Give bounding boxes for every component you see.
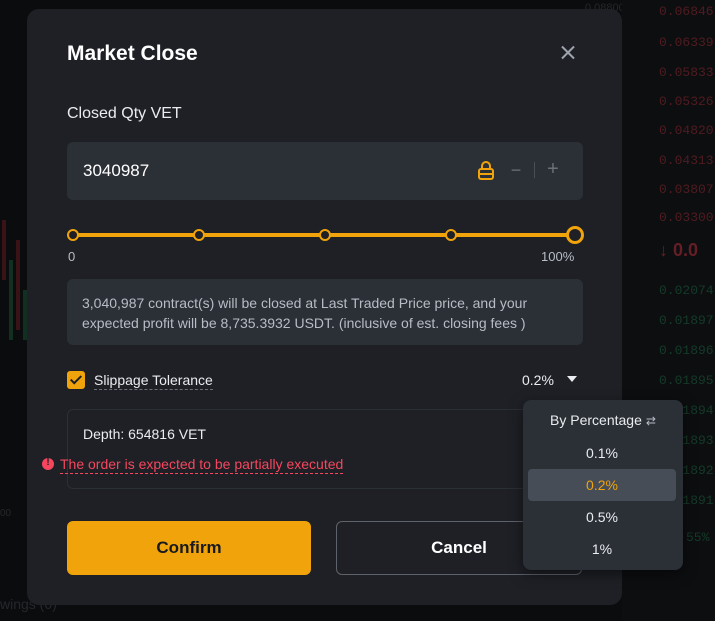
partial-execution-warning[interactable]: The order is expected to be partially ex… [60, 456, 344, 474]
swap-icon[interactable]: ⇄ [646, 414, 656, 428]
slider-stop-50[interactable] [319, 229, 331, 241]
slippage-checkbox[interactable] [67, 371, 85, 389]
decrease-qty-button[interactable]: − [508, 160, 524, 180]
increase-qty-button[interactable]: + [545, 159, 561, 179]
confirm-button[interactable]: Confirm [67, 521, 311, 575]
slider-stop-75[interactable] [445, 229, 457, 241]
close-summary-box: 3,040,987 contract(s) will be closed at … [67, 279, 583, 345]
slippage-option[interactable]: 0.1% [528, 437, 676, 469]
qty-percent-slider[interactable] [67, 225, 584, 245]
caret-down-icon[interactable] [567, 376, 577, 382]
slippage-option[interactable]: 1% [528, 533, 676, 565]
slider-handle[interactable] [566, 226, 584, 244]
closed-qty-value[interactable]: 3040987 [83, 161, 149, 181]
close-icon[interactable] [556, 41, 580, 65]
slider-min-label: 0 [68, 249, 76, 264]
modal-title: Market Close [67, 42, 198, 65]
dropdown-mode-toggle[interactable]: By Percentage ⇄ [523, 412, 683, 428]
dropdown-header-label: By Percentage [550, 412, 642, 428]
slider-stop-25[interactable] [193, 229, 205, 241]
depth-text: Depth: 654816 VET [83, 426, 206, 442]
slider-stop-0[interactable] [67, 229, 79, 241]
closed-qty-input[interactable]: 3040987 − + [67, 142, 583, 200]
error-icon [42, 457, 54, 470]
slippage-option[interactable]: 0.5% [528, 501, 676, 533]
close-summary-text: 3,040,987 contract(s) will be closed at … [82, 295, 528, 331]
closed-qty-label: Closed Qty VET [67, 105, 182, 122]
slippage-option-selected[interactable]: 0.2% [528, 469, 676, 501]
slippage-tolerance-label[interactable]: Slippage Tolerance [94, 372, 213, 390]
slider-max-label: 100% [541, 249, 575, 264]
depth-info-box: Depth: 654816 VET [67, 409, 583, 489]
divider [534, 162, 535, 178]
slippage-dropdown: By Percentage ⇄ 0.1% 0.2% 0.5% 1% [523, 400, 683, 570]
slippage-value-select[interactable]: 0.2% [522, 372, 554, 388]
lock-icon[interactable] [477, 161, 495, 181]
